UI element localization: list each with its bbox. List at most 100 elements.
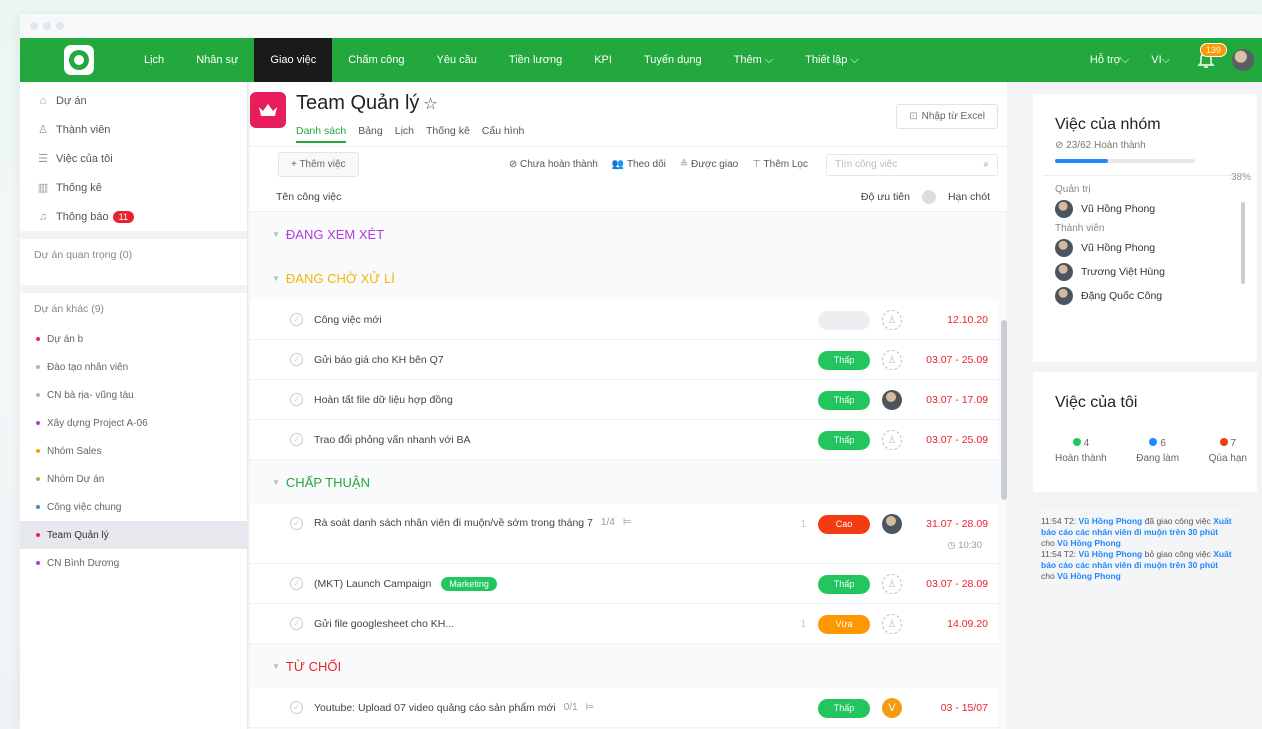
task-search-input[interactable]: Tìm công việc ⌕ (826, 153, 998, 176)
priority-badge[interactable]: Thấp (818, 350, 870, 370)
member-item[interactable]: Vũ Hồng Phong (1033, 197, 1257, 221)
tab-0[interactable]: Danh sách (296, 125, 347, 143)
add-task-button[interactable]: + Thêm việc (278, 152, 359, 177)
assign-user-icon[interactable]: ♙ (882, 310, 902, 330)
notification-bell[interactable]: 139 (1194, 43, 1228, 75)
window-controls[interactable] (30, 22, 64, 30)
priority-badge[interactable]: Thấp (818, 390, 870, 410)
nav-item[interactable]: Tiền lương (493, 38, 578, 82)
assign-user-icon[interactable]: ♙ (882, 614, 902, 634)
nav-item[interactable]: Chấm công (332, 38, 420, 82)
project-item[interactable]: Team Quản lý (20, 521, 247, 549)
task-name[interactable]: Gửi báo giá cho KH bên Q7 (314, 354, 444, 366)
deadline-date[interactable]: 03.07 - 28.09 (902, 578, 988, 590)
priority-badge[interactable]: Vừa (818, 614, 870, 634)
task-stat[interactable]: 7 Qúa hạn (1209, 438, 1247, 464)
priority-badge[interactable]: Thấp (818, 574, 870, 594)
sidebar-item[interactable]: ⌂ Dự án (20, 86, 247, 115)
task-row[interactable]: ✓ Rà soát danh sách nhân viên đi muộn/về … (250, 504, 998, 564)
deadline-date[interactable]: 14.09.20 (902, 618, 988, 630)
nav-item[interactable]: Tuyển dụng (628, 38, 718, 82)
project-item[interactable]: Đào tạo nhân viên (20, 353, 247, 381)
task-name[interactable]: Trao đổi phỏng vấn nhanh với BA (314, 434, 471, 446)
nav-item[interactable]: Giao việc (254, 38, 333, 82)
project-item[interactable]: Dự án b (20, 325, 247, 353)
nav-item[interactable]: Thêm ⌵ (718, 38, 790, 82)
sidebar-item[interactable]: ♙ Thành viên (20, 115, 247, 144)
column-task-name[interactable]: Tên công việc (276, 191, 341, 203)
project-item[interactable]: Xây dựng Project A-06 (20, 409, 247, 437)
project-item[interactable]: CN bà rịa- vũng tàu (20, 381, 247, 409)
assign-user-icon[interactable]: ♙ (882, 574, 902, 594)
project-item[interactable]: Nhóm Sales (20, 437, 247, 465)
column-deadline[interactable]: Hạn chót (948, 191, 990, 203)
tab-1[interactable]: Bảng (358, 125, 383, 143)
complete-checkbox[interactable]: ✓ (290, 701, 303, 714)
complete-checkbox[interactable]: ✓ (290, 353, 303, 366)
deadline-date[interactable]: 12.10.20 (902, 314, 988, 326)
other-projects-header[interactable]: Dự án khác (9) (20, 293, 247, 325)
nav-item[interactable]: Yêu cầu (421, 38, 493, 82)
tab-2[interactable]: Lịch (395, 125, 414, 143)
sidebar-item[interactable]: ♫ Thông báo 11 (20, 202, 247, 231)
complete-checkbox[interactable]: ✓ (290, 617, 303, 630)
task-row[interactable]: ✓ Youtube: Upload 07 video quảng cáo sản … (250, 688, 998, 728)
assign-user-icon[interactable]: ♙ (882, 350, 902, 370)
deadline-date[interactable]: 03.07 - 17.09 (902, 394, 988, 406)
nav-item[interactable]: Nhân sự (180, 38, 254, 82)
project-item[interactable]: CN Bình Dương (20, 549, 247, 577)
assignee-avatar[interactable] (882, 514, 902, 534)
task-row[interactable]: ✓ (MKT) Launch Campaign Marketing Thấp ♙ 03.0… (250, 564, 998, 604)
assign-user-icon[interactable]: ♙ (882, 430, 902, 450)
task-group-header[interactable]: ▼ CHẤP THUẬN (250, 460, 1007, 504)
task-row[interactable]: ✓ Hoàn tất file dữ liệu hợp đồng Thấp 03.07… (250, 380, 998, 420)
complete-checkbox[interactable]: ✓ (290, 393, 303, 406)
feed-user[interactable]: Vũ Hồng Phong (1079, 549, 1143, 559)
task-row[interactable]: ✓ Trao đổi phỏng vấn nhanh với BA Thấp ♙ 03.… (250, 420, 998, 460)
tab-4[interactable]: Cấu hình (482, 125, 525, 143)
task-group-header[interactable]: ▼ ĐANG XEM XÉT (250, 212, 1007, 256)
filter-more[interactable]: ⊤ Thêm Lọc (752, 159, 808, 170)
deadline-date[interactable]: 03.07 - 25.09 (902, 434, 988, 446)
sidebar-item[interactable]: ☰ Việc của tôi (20, 144, 247, 173)
complete-checkbox[interactable]: ✓ (290, 433, 303, 446)
task-row[interactable]: ✓ Gửi file googlesheet cho KH... 1 Vừa ♙ 14.0… (250, 604, 998, 644)
import-excel-button[interactable]: ⊡ Nhập từ Excel (896, 104, 998, 129)
priority-badge[interactable]: Thấp (818, 430, 870, 450)
member-item[interactable]: Trương Việt Hùng (1033, 260, 1257, 284)
project-item[interactable]: Công việc chung (20, 493, 247, 521)
assignee-avatar[interactable]: V (882, 698, 902, 718)
member-item[interactable]: Vũ Hồng Phong (1033, 236, 1257, 260)
feed-target-user[interactable]: Vũ Hồng Phong (1057, 538, 1121, 548)
column-priority[interactable]: Độ ưu tiên (861, 191, 910, 203)
task-row[interactable]: ✓ Gửi báo giá cho KH bên Q7 Thấp ♙ 03.07 - 2… (250, 340, 998, 380)
task-group-header[interactable]: ▼ ĐANG CHỜ XỬ LÍ (250, 256, 1007, 300)
task-name[interactable]: Gửi file googlesheet cho KH... (314, 618, 454, 630)
task-name[interactable]: (MKT) Launch Campaign (314, 578, 431, 590)
support-menu[interactable]: Hỗ trợ⌵ (1074, 38, 1145, 82)
filter-following[interactable]: 👥 Theo dõi (612, 159, 666, 170)
priority-badge[interactable] (818, 310, 870, 330)
task-name[interactable]: Hoàn tất file dữ liệu hợp đồng (314, 394, 453, 406)
panel-scrollbar[interactable] (1241, 202, 1245, 284)
task-stat[interactable]: 6 Đang làm (1136, 438, 1179, 464)
deadline-date[interactable]: 03 - 15/07 (902, 702, 988, 714)
priority-badge[interactable]: Thấp (818, 698, 870, 718)
nav-item[interactable]: KPI (578, 38, 628, 82)
feed-user[interactable]: Vũ Hồng Phong (1079, 516, 1143, 526)
language-menu[interactable]: VI⌵ (1145, 38, 1176, 82)
filter-incomplete[interactable]: ⊘ Chưa hoàn thành (509, 159, 598, 170)
important-projects-header[interactable]: Dự án quan trọng (0) (20, 239, 247, 285)
complete-checkbox[interactable]: ✓ (290, 517, 303, 530)
nav-item[interactable]: Thiết lập ⌵ (789, 38, 875, 82)
sidebar-item[interactable]: ▥ Thống kê (20, 173, 247, 202)
task-list-scrollbar[interactable] (1001, 320, 1007, 500)
filter-assigned[interactable]: ≗ Được giao (680, 159, 738, 170)
member-item[interactable]: Đặng Quốc Công (1033, 284, 1257, 308)
star-icon[interactable]: ☆ (423, 96, 437, 113)
task-name[interactable]: Công việc mới (314, 314, 382, 326)
user-avatar[interactable] (1232, 49, 1254, 71)
task-name[interactable]: Rà soát danh sách nhân viên đi muộn/về s… (314, 517, 593, 529)
deadline-date[interactable]: 31.07 - 28.09 (902, 518, 988, 530)
task-group-header[interactable]: ▼ TỪ CHỐI (250, 644, 1007, 688)
